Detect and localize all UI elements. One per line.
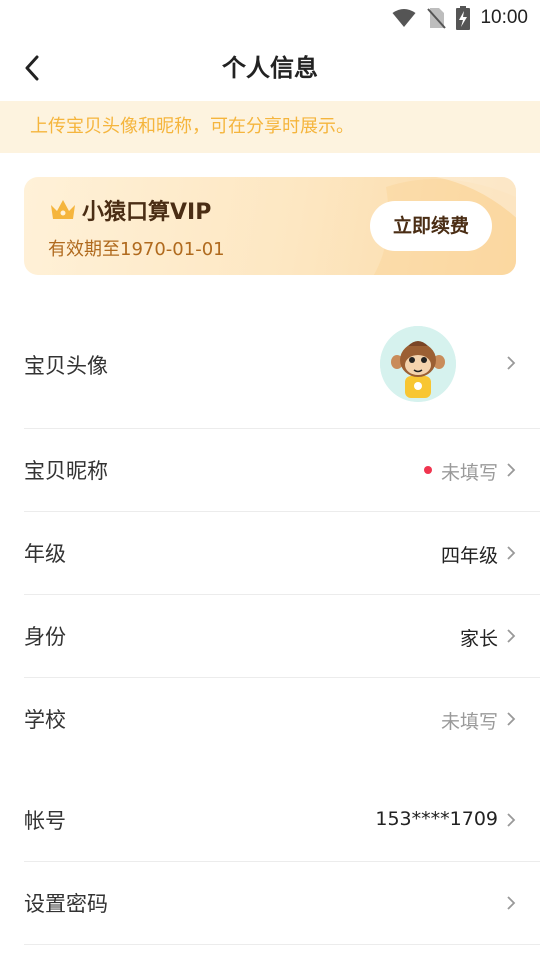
avatar[interactable] bbox=[380, 326, 456, 402]
status-time: 10:00 bbox=[480, 7, 528, 28]
back-button[interactable] bbox=[14, 50, 50, 86]
divider bbox=[24, 944, 540, 945]
chevron-left-icon bbox=[25, 55, 39, 81]
vip-card: 小猿口算VIP 有效期至1970-01-01 立即续费 bbox=[24, 177, 516, 275]
row-school[interactable]: 学校 未填写 bbox=[24, 678, 540, 760]
row-value: 153****1709 bbox=[375, 808, 498, 830]
row-value: 家长 bbox=[459, 628, 498, 650]
row-identity[interactable]: 身份 家长 bbox=[24, 595, 540, 677]
notice-bar: 上传宝贝头像和昵称，可在分享时展示。 bbox=[0, 101, 540, 153]
chevron-right-icon bbox=[507, 629, 516, 643]
row-label: 宝贝昵称 bbox=[24, 459, 108, 483]
status-icons: 10:00 bbox=[392, 6, 528, 30]
renew-button[interactable]: 立即续费 bbox=[370, 201, 492, 251]
chevron-right-icon bbox=[507, 356, 516, 370]
monkey-avatar-icon bbox=[380, 326, 456, 402]
vip-title: 小猿口算VIP bbox=[82, 200, 212, 225]
vip-expiry: 有效期至1970-01-01 bbox=[48, 239, 225, 260]
row-label: 学校 bbox=[24, 708, 66, 732]
chevron-right-icon bbox=[507, 712, 516, 726]
row-nickname[interactable]: 宝贝昵称 未填写 bbox=[24, 429, 540, 511]
red-dot-indicator bbox=[424, 466, 432, 474]
row-value: 未填写 bbox=[440, 462, 498, 484]
row-value: 未填写 bbox=[440, 711, 498, 733]
battery-charging-icon bbox=[456, 6, 471, 30]
row-label: 宝贝头像 bbox=[24, 354, 108, 378]
status-bar: 10:00 bbox=[0, 0, 540, 36]
row-set-password[interactable]: 设置密码 bbox=[24, 862, 540, 944]
row-label: 帐号 bbox=[24, 809, 66, 833]
row-grade[interactable]: 年级 四年级 bbox=[24, 512, 540, 594]
row-account[interactable]: 帐号 153****1709 bbox=[24, 779, 540, 861]
chevron-right-icon bbox=[507, 813, 516, 827]
no-sim-icon bbox=[427, 8, 447, 29]
chevron-right-icon bbox=[507, 546, 516, 560]
nav-bar: 个人信息 bbox=[0, 36, 540, 100]
crown-icon bbox=[51, 200, 75, 219]
page-title: 个人信息 bbox=[222, 54, 318, 82]
row-label: 身份 bbox=[24, 625, 66, 649]
row-avatar[interactable]: 宝贝头像 bbox=[24, 326, 540, 428]
row-label: 年级 bbox=[24, 542, 66, 566]
notice-text: 上传宝贝头像和昵称，可在分享时展示。 bbox=[30, 116, 354, 137]
chevron-right-icon bbox=[507, 463, 516, 477]
row-value: 四年级 bbox=[440, 545, 498, 567]
wifi-icon bbox=[392, 9, 416, 27]
row-label: 设置密码 bbox=[24, 892, 108, 916]
vip-title-row: 小猿口算VIP bbox=[48, 195, 211, 225]
chevron-right-icon bbox=[507, 896, 516, 910]
